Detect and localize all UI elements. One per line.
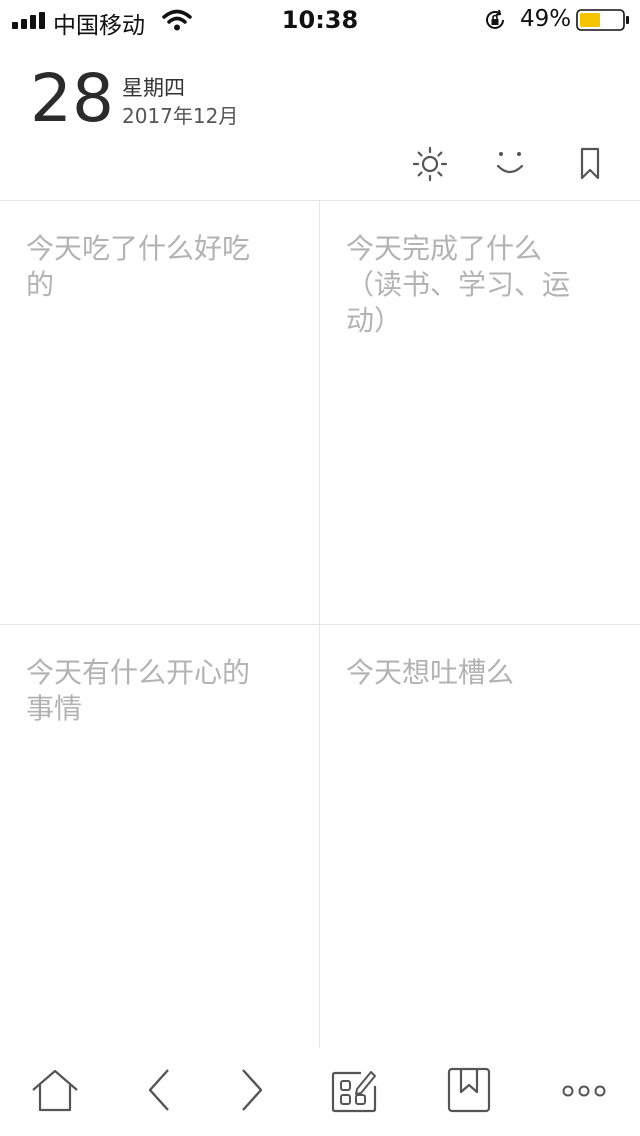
more-icon	[562, 1085, 606, 1097]
cell-happy[interactable]: 今天有什么开心的事情	[0, 625, 320, 1049]
bookmark-box-icon	[447, 1067, 491, 1113]
cell-happy-placeholder: 今天有什么开心的事情	[26, 656, 251, 725]
date-weekday: 星期四	[122, 76, 185, 100]
cell-complain[interactable]: 今天想吐槽么	[320, 625, 640, 1049]
cell-achievements[interactable]: 今天完成了什么（读书、学习、运动）	[320, 201, 640, 625]
battery-percent: 49%	[520, 6, 572, 32]
date-month: 2017年12月	[122, 104, 239, 128]
diary-page: 中国移动 10:38 49% 28 星期四 2017年12月 今天吃了什么好吃的…	[0, 0, 640, 1136]
status-bar: 中国移动 10:38 49%	[0, 0, 640, 40]
battery-icon	[576, 9, 629, 31]
bookmark-icon	[580, 147, 600, 180]
weather-button[interactable]	[410, 142, 450, 186]
sun-icon	[412, 146, 448, 182]
more-button[interactable]	[556, 1066, 612, 1116]
rotation-lock-icon	[486, 9, 504, 29]
smile-icon	[496, 152, 524, 174]
forward-arrow-icon	[242, 1069, 263, 1111]
back-arrow-icon	[148, 1069, 169, 1111]
prompt-grid: 今天吃了什么好吃的 今天完成了什么（读书、学习、运动） 今天有什么开心的事情 今…	[0, 200, 640, 1049]
mood-button[interactable]	[490, 142, 530, 186]
bookmark-button[interactable]	[570, 142, 610, 186]
forward-button[interactable]	[223, 1066, 279, 1116]
home-button[interactable]	[27, 1066, 83, 1116]
bottom-toolbar	[0, 1048, 640, 1136]
home-icon	[32, 1069, 78, 1112]
edit-apps-icon	[331, 1071, 377, 1113]
back-button[interactable]	[132, 1066, 188, 1116]
cell-food-placeholder: 今天吃了什么好吃的	[26, 232, 251, 301]
cell-achievements-placeholder: 今天完成了什么（读书、学习、运动）	[346, 232, 571, 337]
edit-apps-button[interactable]	[325, 1066, 381, 1116]
date-day: 28	[30, 60, 114, 137]
saved-button[interactable]	[441, 1066, 497, 1116]
header-toolbar	[0, 142, 640, 186]
cell-food[interactable]: 今天吃了什么好吃的	[0, 201, 320, 625]
cell-complain-placeholder: 今天想吐槽么	[346, 656, 515, 689]
